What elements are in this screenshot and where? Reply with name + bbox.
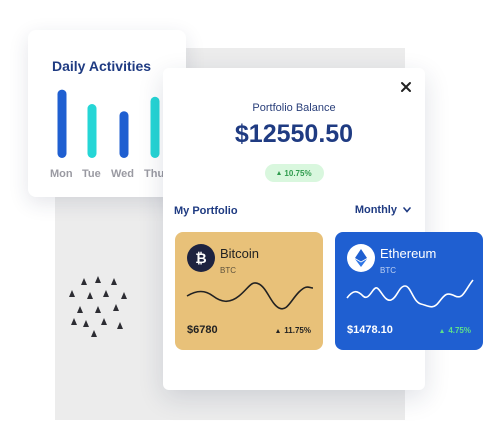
my-portfolio-title: My Portfolio — [174, 205, 238, 217]
period-dropdown-value: Monthly — [354, 204, 397, 216]
day-label-tue: Tue — [82, 168, 101, 180]
activity-bar-wed — [119, 111, 129, 158]
ethereum-price-line — [346, 279, 474, 308]
arrow-up-icon — [440, 328, 445, 333]
close-icon[interactable] — [399, 80, 413, 94]
bitcoin-icon: ₿ — [187, 244, 215, 272]
balance-change-badge: 10.75% — [265, 164, 324, 182]
coin-symbol: BTC — [220, 266, 236, 275]
svg-text:₿: ₿ — [195, 251, 206, 266]
coin-card-bitcoin[interactable]: ₿ Bitcoin BTC $6780 11.75% — [175, 232, 323, 350]
coin-change-value: 4.75% — [448, 326, 471, 335]
arrow-up-icon — [276, 328, 281, 333]
day-label-thu: Thu — [144, 168, 165, 180]
coin-value: $1478.10 — [347, 324, 393, 336]
coin-name: Ethereum — [380, 246, 437, 261]
coin-card-ethereum[interactable]: Ethereum BTC $1478.10 4.75% — [335, 232, 483, 350]
ethereum-icon — [347, 244, 375, 272]
activity-bar-tue — [87, 104, 97, 158]
balance-title: Portfolio Balance — [252, 102, 336, 114]
coin-change-value: 11.75% — [284, 326, 311, 335]
coin-change: 4.75% — [440, 326, 471, 335]
coin-value: $6780 — [187, 324, 218, 336]
activity-bar-thu — [150, 96, 160, 158]
decorative-dots — [69, 276, 127, 337]
period-dropdown[interactable]: Monthly — [355, 204, 411, 216]
day-label-wed: Wed — [111, 168, 135, 180]
balance-value: $12550.50 — [234, 120, 354, 148]
coin-change: 11.75% — [276, 326, 311, 335]
balance-change-value: 10.75% — [284, 168, 312, 178]
coin-name: Bitcoin — [220, 246, 260, 261]
arrow-up-icon — [277, 171, 282, 175]
chevron-down-icon — [403, 207, 411, 213]
coin-symbol: BTC — [380, 266, 396, 275]
activity-bar-mon — [57, 89, 67, 158]
bitcoin-price-line — [186, 282, 314, 310]
day-label-mon: Mon — [50, 168, 73, 180]
